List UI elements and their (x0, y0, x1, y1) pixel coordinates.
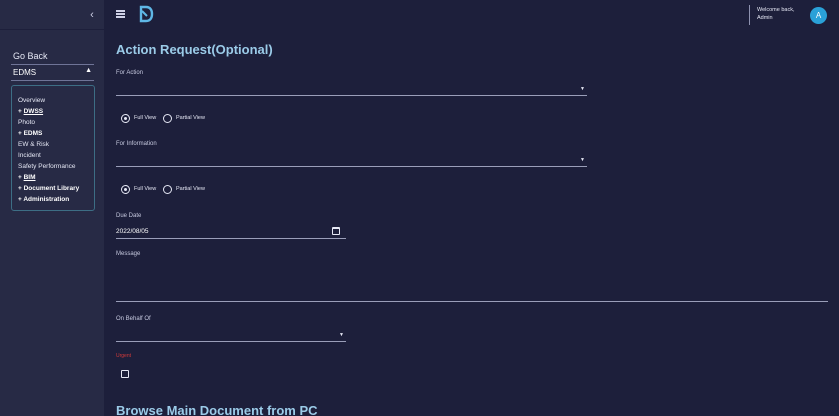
partial-view-radio-2[interactable] (163, 185, 172, 194)
go-back-link[interactable]: Go Back (13, 51, 48, 61)
welcome-line: Welcome back, (757, 7, 795, 13)
divider (11, 64, 94, 65)
sidebar-item-document-library[interactable]: + Document Library (18, 183, 94, 194)
divider (11, 80, 94, 81)
due-date-input[interactable]: 2022/08/05 (116, 228, 149, 235)
welcome-text: Welcome back, Admin (757, 6, 795, 22)
full-view-radio-2[interactable] (121, 185, 130, 194)
field-underline (116, 238, 346, 239)
field-underline (116, 341, 346, 342)
due-date-label: Due Date (116, 213, 142, 219)
sidebar-section-label: EDMS (13, 68, 37, 77)
sidebar-item-label: BIM (23, 174, 36, 181)
message-textarea[interactable] (116, 263, 828, 299)
sidebar-item-bim[interactable]: + BIM (18, 172, 94, 183)
field-underline (116, 95, 587, 96)
divider (0, 29, 104, 30)
sidebar-item-label: DWSS (23, 108, 44, 115)
for-action-label: For Action (116, 70, 144, 76)
sidebar-item-overview[interactable]: Overview (18, 95, 94, 106)
section-title: Browse Main Document from PC (116, 403, 318, 416)
full-view-label: Full View (134, 115, 157, 121)
full-view-radio-1[interactable] (121, 114, 130, 123)
partial-view-radio-1[interactable] (163, 114, 172, 123)
message-label: Message (116, 251, 141, 257)
field-underline (116, 301, 828, 302)
caret-down-icon: ▼ (580, 86, 585, 92)
sidebar-item-safety-performance[interactable]: Safety Performance (18, 161, 94, 172)
main-content: Action Request(Optional) For Action ▼ Fu… (104, 29, 839, 416)
divider (749, 5, 750, 25)
sidebar: ‹ Go Back EDMS ▲ Overview + DWSS Photo +… (0, 0, 104, 416)
partial-view-label: Partial View (176, 186, 205, 192)
page-title: Action Request(Optional) (116, 42, 273, 57)
caret-up-icon: ▲ (85, 67, 92, 74)
sidebar-submenu: Overview + DWSS Photo + EDMS EW & Risk I… (11, 85, 95, 211)
full-view-label: Full View (134, 186, 157, 192)
sidebar-section-edms[interactable]: EDMS ▲ (11, 66, 95, 80)
logo-icon (139, 5, 154, 23)
caret-down-icon: ▼ (580, 157, 585, 163)
for-action-select[interactable] (116, 82, 587, 94)
chevron-left-icon[interactable]: ‹ (86, 8, 98, 22)
partial-view-label: Partial View (176, 115, 205, 121)
urgent-label: Urgent (116, 353, 132, 359)
caret-down-icon: ▼ (339, 332, 344, 338)
sidebar-item-photo[interactable]: Photo (18, 117, 94, 128)
sidebar-item-edms[interactable]: + EDMS (18, 128, 94, 139)
for-information-select[interactable] (116, 153, 587, 165)
sidebar-item-ew-risk[interactable]: EW & Risk (18, 139, 94, 150)
on-behalf-of-select[interactable] (116, 328, 346, 340)
sidebar-item-incident[interactable]: Incident (18, 150, 94, 161)
avatar[interactable]: A (810, 7, 827, 24)
sidebar-item-dwss[interactable]: + DWSS (18, 106, 94, 117)
sidebar-item-administration[interactable]: + Administration (18, 194, 94, 205)
calendar-icon[interactable] (332, 227, 340, 235)
on-behalf-of-label: On Behalf Of (116, 316, 151, 322)
urgent-checkbox[interactable] (121, 370, 129, 378)
for-information-label: For Information (116, 141, 157, 147)
top-bar: Welcome back, Admin A (104, 0, 839, 29)
username: Admin (757, 15, 773, 21)
hamburger-icon[interactable] (116, 9, 125, 18)
field-underline (116, 166, 587, 167)
